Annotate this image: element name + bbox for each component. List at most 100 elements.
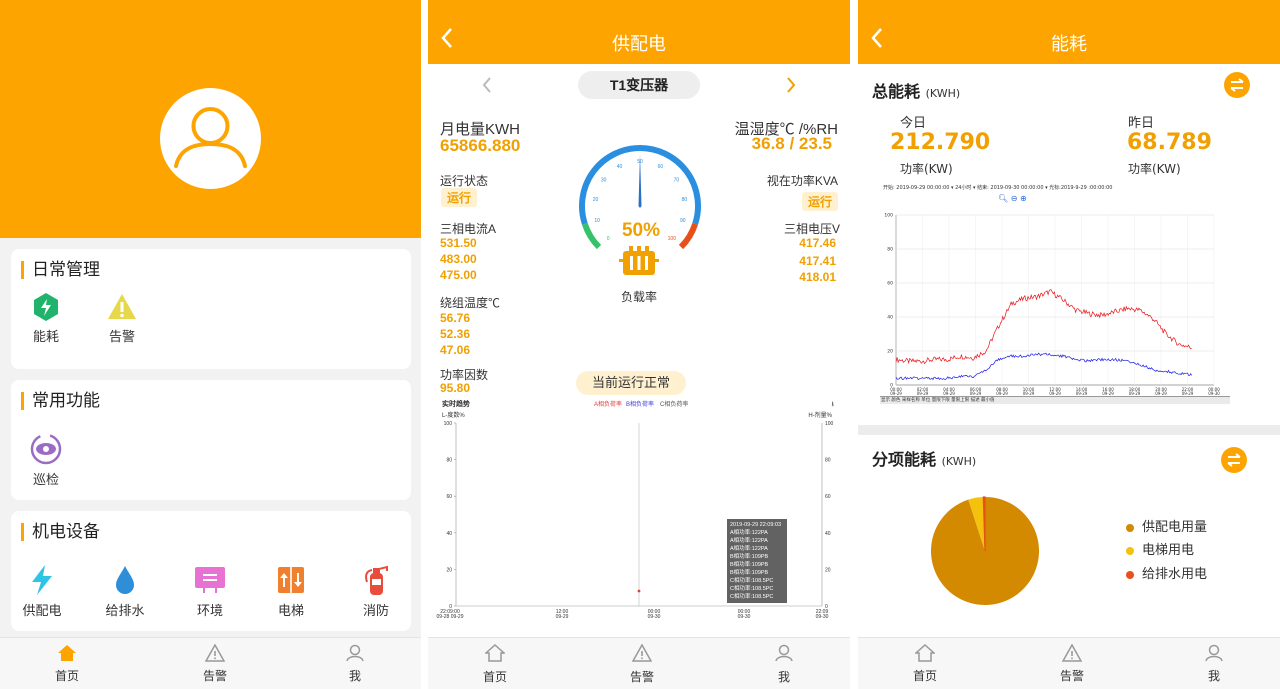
tooltip-line: A相功率:122PA (730, 545, 784, 553)
power-factor-value: 95.80 (440, 381, 470, 395)
x-tick-label: 09-28 09-29 (437, 614, 464, 620)
y-tick-label-right: 80 (825, 458, 831, 464)
run-state-label: 运行状态 (440, 172, 488, 189)
temp-hum-value: 36.8 / 23.5 (752, 134, 832, 154)
y-tick-label: 20 (887, 349, 893, 355)
tile-environment[interactable]: 环境 (178, 564, 242, 619)
tile-label: 环境 (178, 600, 242, 619)
energy-screen: 能耗 总能耗 (KWH) 今日 212.790 功率(KW) 昨日 68.789… (858, 0, 1280, 689)
alarm-triangle-icon (205, 644, 225, 662)
gauge-tick-label: 70 (674, 178, 680, 184)
table-header-text: 显示 颜色 采样名称 单位 量限下限 量限上限 描述 最小值 (881, 397, 995, 403)
download-icon[interactable]: ⭳ (832, 400, 834, 411)
y-tick-label: 20 (446, 567, 452, 573)
next-device-icon[interactable] (786, 77, 796, 93)
trend-title: 实时趋势 (442, 399, 470, 409)
gauge-tick-label: 90 (680, 218, 686, 224)
tile-label: 能耗 (14, 326, 78, 345)
gauge-label: 负载率 (603, 288, 675, 305)
tile-patrol[interactable]: 巡检 (14, 433, 78, 488)
tooltip-line: A相功率:122PA (730, 537, 784, 545)
tab-me[interactable]: 我 (315, 644, 395, 684)
prev-device-icon[interactable] (482, 77, 492, 93)
current-c: 475.00 (440, 268, 477, 282)
section-title: 日常管理 (21, 261, 100, 279)
tab-alarm[interactable]: 告警 (175, 644, 255, 684)
home-screen: 日常管理 能耗 告警 常用功能 巡检 (0, 0, 421, 689)
gauge-tick-label: 40 (617, 164, 623, 170)
series-line (896, 353, 1192, 380)
legend-dot (1126, 547, 1134, 555)
date-filter[interactable]: 开始: 2019-09-29 00:00:00 ▾ 24小时 ▾ 结束: 201… (883, 184, 1112, 191)
current-a: 531.50 (440, 236, 477, 250)
tab-bar: 首页 告警 我 (428, 637, 850, 689)
voltage-b: 417.41 (799, 254, 836, 268)
tab-me[interactable]: 我 (744, 644, 824, 685)
tile-fire[interactable]: 消防 (344, 564, 408, 619)
y-tick-label: 40 (887, 315, 893, 321)
tile-elevator[interactable]: 电梯 (259, 564, 323, 619)
tab-home[interactable]: 首页 (455, 644, 535, 685)
zoom-controls[interactable]: 🔍︎ ⊖ ⊕ (998, 194, 1027, 203)
elevator-icon (275, 564, 307, 596)
tile-energy[interactable]: 能耗 (14, 292, 78, 345)
alarm-triangle-icon (632, 644, 652, 662)
legend-a: A相负荷率 (594, 399, 622, 408)
run-state-badge: 运行 (441, 188, 477, 207)
y-tick-label: 60 (887, 281, 893, 287)
y-tick-label: 80 (446, 458, 452, 464)
current-label: 三相电流A (440, 220, 496, 237)
today-value: 212.790 (890, 130, 990, 155)
legend-dot (1126, 571, 1134, 579)
tile-alarm[interactable]: 告警 (90, 292, 154, 345)
page-title: 供配电 (428, 30, 850, 56)
status-pill: 当前运行正常 (576, 371, 686, 395)
y-tick-label-right: 60 (825, 494, 831, 500)
swap-button[interactable] (1224, 72, 1250, 98)
tab-home[interactable]: 首页 (885, 644, 965, 684)
swap-button[interactable] (1221, 447, 1247, 473)
current-b: 483.00 (440, 252, 477, 266)
pie-legend-item: 供配电用量 (1126, 516, 1207, 535)
y-tick-label: 80 (887, 247, 893, 253)
title-text: 分项能耗 (872, 450, 936, 469)
home-icon (57, 644, 77, 662)
device-selector[interactable]: T1变压器 (578, 71, 700, 99)
tab-me[interactable]: 我 (1174, 644, 1254, 684)
gauge-tick-label: 20 (593, 197, 599, 203)
equipment-card: 机电设备 供配电 给排水 环境 (11, 511, 411, 631)
tooltip-line: B相功率:109PB (730, 553, 784, 561)
y-tick-label: 40 (446, 531, 452, 537)
environment-icon (194, 564, 226, 596)
monthly-kwh-value: 65866.880 (440, 136, 520, 156)
voltage-label: 三相电压V (784, 220, 840, 237)
tooltip-line: A相功率:122PA (730, 529, 784, 537)
tab-home[interactable]: 首页 (27, 644, 107, 684)
tile-water[interactable]: 给排水 (93, 564, 157, 619)
tab-alarm[interactable]: 告警 (602, 644, 682, 685)
power-screen: 供配电 T1变压器 月电量KWH 65866.880 温湿度℃ /%RH 36.… (428, 0, 850, 689)
tooltip-line: B相功率:109PB (730, 561, 784, 569)
tooltip-line: C相功率:108.5PC (730, 593, 784, 601)
tooltip-line: C相功率:108.5PC (730, 585, 784, 593)
tile-label: 给排水 (93, 600, 157, 619)
user-icon (160, 88, 261, 189)
y-tick-label-right: 100 (825, 421, 834, 427)
tab-alarm[interactable]: 告警 (1032, 644, 1112, 684)
fire-extinguisher-icon (361, 564, 391, 596)
section-separator (858, 425, 1280, 435)
y-tick-label-right: 40 (825, 531, 831, 537)
gauge-arc (585, 224, 599, 247)
tab-label: 我 (744, 668, 824, 685)
avatar[interactable] (160, 88, 261, 189)
x-tick-label: 09-30 (816, 614, 829, 620)
unit-text: (KWH) (926, 87, 961, 100)
energy-line-chart: 10080604020000:0009-2902:0009-2904:0009-… (858, 205, 1280, 397)
winding-temp-b: 52.36 (440, 327, 470, 341)
tile-power[interactable]: 供配电 (10, 564, 74, 619)
winding-temp-a: 56.76 (440, 311, 470, 325)
yesterday-label: 昨日 (1128, 112, 1154, 131)
alarm-triangle-icon (1062, 644, 1082, 662)
warning-triangle-icon (106, 292, 138, 322)
patrol-eye-icon (30, 433, 62, 465)
